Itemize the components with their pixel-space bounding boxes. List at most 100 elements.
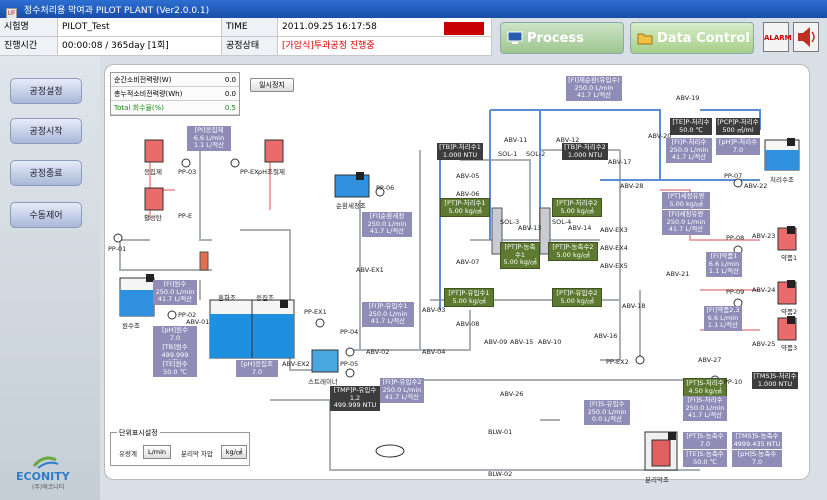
flow-unit-button[interactable]: L/min [143,445,171,459]
tag-s-conc-temp: [TE]S-농축수 50.0 ℃ [683,450,727,467]
unit-flow-label: 유량계 [119,450,137,458]
label-ppex2: PP-EX2 [606,358,629,366]
label-sol1: SOL-1 [498,150,518,158]
tag-p-treated-temp: [TE]P-처리수 50.0 ℃ [670,118,712,135]
label-abv20: ABV-20 [648,132,672,140]
label-abvex4: ABV-EX4 [600,244,628,252]
label-mix-tank: 혼화조 [218,294,236,302]
label-abv27: ABV-27 [698,356,722,364]
tag-raw-temp: [TE]원수 50.0 ℃ [153,360,197,377]
tag-p-treated-pressure-2: [PT]P-처리수2 5.00 kg/㎠ [552,198,602,217]
label-carbon-tank: 활성탄 [144,214,162,222]
label-chem2: 약품2 [781,308,798,316]
label-abv21: ABV-21 [666,270,690,278]
tag-wash-pressure: [PT]세정유량 5.00 kg/㎠ [662,192,710,209]
label-abv22: ABV-22 [744,182,768,190]
tag-p-treated-pressure-1: [PT]P-처리수1 5.00 kg/㎠ [440,198,490,217]
tag-floc-ph: [pH]응집조 7.0 [236,360,278,377]
label-pp06: PP-06 [376,184,395,192]
label-abvex1: ABV-EX1 [356,266,384,274]
label-abv06: ABV-06 [456,190,480,198]
label-blw02: BLW-02 [488,470,513,478]
label-sol4: SOL-4 [552,218,572,226]
label-abv11: ABV-11 [504,136,528,144]
label-sol2: SOL-2 [526,150,546,158]
tag-s-conc-ph: [pH]S-농축수 7.0 [732,450,782,467]
label-abv04: ABV-04 [422,348,446,356]
stat-row-total-power: 총누적소비전력량(Wh) 0.0 [111,87,239,101]
label-abv23: ABV-23 [752,232,776,240]
label-abv02: ABV-02 [366,348,390,356]
tag-p-inflow-tmp: [TMP]P-유입수1,2 499.999 NTU [330,386,380,411]
label-pp07: PP-07 [724,172,743,180]
tag-p-conc-pressure-2: [PT]P-농축수2 5.00 kg/㎠ [548,242,598,261]
label-abv14: ABV-14 [568,224,592,232]
pressure-unit-button[interactable]: kg/㎠ [221,445,247,459]
label-abv13: ABV-13 [518,224,542,232]
tag-p-inflow-pressure-1: [PT]P-유입수1 5.00 kg/㎠ [444,288,494,307]
label-ph-tank: pH조절제 [258,168,285,176]
label-abv16: ABV-16 [594,332,618,340]
label-treated-tank: 처리수조 [770,176,794,184]
tag-s-conc-turbidity: [TMS]S-농축수 4999.435 NTU [732,432,782,449]
label-sol3: SOL-3 [500,218,520,226]
label-ppex1: PP-EX1 [304,308,327,316]
tag-chem1-flow: [FI]약품1 6.6 L/min 1.1 L/적산 [706,252,742,277]
label-chem3: 약품3 [781,344,798,352]
label-abv07: ABV-07 [456,258,480,266]
tag-wash-flow: [FI]세정유량 250.0 L/min 41.7 L/적산 [662,210,710,235]
tag-p-treated-turbidity-2: [TB]P-처리수2 1.000 NTU [562,143,608,160]
label-floc-tank: 응집조 [256,294,274,302]
tag-raw-flow: [FI]원수 250.0 L/min 41.7 L/적산 [153,280,197,305]
label-pp01: PP-01 [108,245,127,253]
tag-chem23-flow: [FI]약품2,3 6.6 L/min 1.1 L/적산 [704,306,742,331]
label-pp08: PP-08 [726,234,745,242]
power-stats-box: 순간소비전력량(W) 0.0 총누적소비전력량(Wh) 0.0 Total 회수율(… [110,72,240,116]
label-abv03: ABV-03 [422,306,446,314]
tag-recycle-flow: [FI]순환세정 250.0 L/min 41.7 L/적산 [362,212,412,237]
label-abv15: ABV-15 [510,338,534,346]
label-abv09: ABV-09 [484,338,508,346]
label-blw01: BLW-01 [488,428,513,436]
label-abv05: ABV-05 [456,172,480,180]
label-sep-tank: 분리막조 [645,476,669,484]
tag-p-treated-flow: [FI]P-처리수 250.0 L/min 41.7 L/적산 [666,138,712,163]
label-pp03: PP-03 [178,168,197,176]
tag-p-inflow-pressure-2: [PT]P-유입수2 5.00 kg/㎠ [552,288,602,307]
label-chem1: 약품1 [781,254,798,262]
tag-s-treated-pressure: [PT]S-처리수 4.50 kg/㎠ [683,378,727,397]
unit-settings-panel: 단위표시설정 유량계 L/min 분리막 차압 kg/㎠ [110,428,250,466]
label-pp10: PP-10 [724,378,743,386]
tag-p-inflow-flow-1: [FI]P-유입수1 250.0 L/min 41.7 L/적산 [362,302,414,327]
tag-p-treated-ph: [pH]P-처리수 7.0 [716,138,760,155]
label-recycle-tank: 순환세정조 [336,202,366,210]
pause-button[interactable]: 일시정지 [250,78,294,92]
label-abv18: ABV-18 [622,302,646,310]
label-abv26: ABV-26 [500,390,524,398]
label-abvex3: ABV-EX3 [600,226,628,234]
label-pp04: PP-04 [340,328,359,336]
label-ppe: PP-E [178,212,193,220]
label-abvex2: ABV-EX2 [282,360,310,368]
tag-coagulant-flow: [PI]응집제 6.6 L/min 1.1 L/적산 [187,126,231,151]
tag-p-treated-pcp: [PCP]P-처리수 500 ㎥/ml [716,118,760,135]
label-abvex5: ABV-EX5 [600,262,628,270]
label-raw-tank: 원수조 [122,322,140,330]
unit-settings-title: 단위표시설정 [117,428,160,438]
label-abv01: ABV-01 [186,318,210,326]
tag-recycle-inflow: [FI]재순환(유입수) 250.0 L/min 41.7 L/적산 [566,76,622,101]
label-pp09: PP-09 [726,288,745,296]
label-coag-tank: 응집제 [144,168,162,176]
tag-s-treated-turbidity: [TMS]S-처리수 1.000 NTU [752,372,798,389]
unit-pressure-label: 분리막 차압 [181,450,213,458]
tag-p-conc-pressure-1: [PT]P-농축수1 5.00 kg/㎠ [500,242,540,269]
label-abv19: ABV-19 [676,94,700,102]
tag-s-treated-flow: [FI]S-처리수 250.0 L/min 41.7 L/적산 [683,396,727,421]
label-strainer: 스트레이너 [308,378,338,386]
stat-row-instant-power: 순간소비전력량(W) 0.0 [111,73,239,87]
tag-p-treated-turbidity-1: [TB]P-처리수1 1.000 NTU [437,143,483,160]
tag-s-inflow-flow: [FI]S-유입수 250.0 L/min 0.0 L/적산 [584,400,630,425]
tag-s-conc-pressure: [PT]S-농축수 7.0 [683,432,727,449]
label-abv12: ABV-12 [556,136,580,144]
label-abv25: ABV-25 [752,340,776,348]
